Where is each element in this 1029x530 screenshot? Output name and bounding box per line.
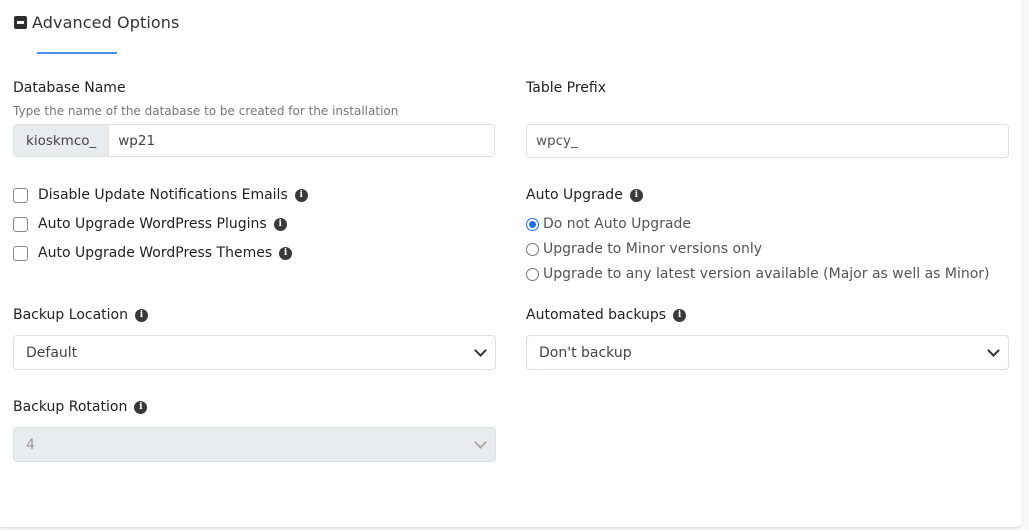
database-name-input-group: kioskmco_ — [13, 124, 495, 157]
checkbox-label: Auto Upgrade WordPress Themes — [38, 245, 273, 261]
database-name-hint: Type the name of the database to be crea… — [13, 104, 399, 118]
radio-do-not-auto-upgrade[interactable]: Do not Auto Upgrade — [526, 216, 691, 232]
chevron-down-icon — [987, 344, 1000, 357]
radio-label: Do not Auto Upgrade — [543, 216, 691, 232]
minus-square-icon — [14, 16, 27, 29]
checkbox-box[interactable] — [13, 187, 28, 203]
automated-backups-label: Automated backups i — [526, 307, 687, 323]
checkbox-box[interactable] — [13, 216, 28, 232]
info-icon[interactable]: i — [279, 246, 293, 260]
info-icon[interactable]: i — [134, 400, 148, 414]
database-prefix-addon: kioskmco_ — [14, 125, 110, 156]
auto-upgrade-plugins-checkbox[interactable]: Auto Upgrade WordPress Plugins i — [13, 216, 287, 232]
radio-upgrade-minor[interactable]: Upgrade to Minor versions only — [526, 241, 762, 257]
table-prefix-label: Table Prefix — [526, 80, 607, 96]
automated-backups-select[interactable]: Don't backup — [526, 335, 1009, 370]
select-value: Default — [26, 344, 78, 361]
backup-location-label-text: Backup Location — [13, 307, 128, 323]
radio-button-selected[interactable] — [526, 217, 539, 231]
backup-rotation-select: 4 — [13, 427, 496, 462]
backup-location-label: Backup Location i — [13, 307, 148, 323]
info-icon[interactable]: i — [273, 217, 287, 231]
radio-upgrade-latest[interactable]: Upgrade to any latest version available … — [526, 266, 990, 282]
auto-upgrade-label: Auto Upgrade i — [526, 187, 643, 203]
info-icon[interactable]: i — [673, 308, 687, 322]
checkbox-box[interactable] — [13, 245, 28, 261]
advanced-options-card: Advanced Options Database Name Type the … — [0, 0, 1022, 527]
radio-button[interactable] — [526, 267, 539, 281]
database-name-input[interactable] — [109, 125, 494, 156]
table-prefix-input[interactable] — [526, 124, 1009, 158]
radio-label: Upgrade to Minor versions only — [543, 241, 763, 257]
checkbox-label: Auto Upgrade WordPress Plugins — [38, 216, 267, 232]
backup-rotation-label-text: Backup Rotation — [13, 399, 128, 415]
auto-upgrade-label-text: Auto Upgrade — [526, 187, 623, 203]
advanced-options-toggle[interactable]: Advanced Options — [14, 13, 179, 32]
disable-update-notifications-checkbox[interactable]: Disable Update Notifications Emails i — [13, 187, 308, 203]
info-icon[interactable]: i — [134, 308, 148, 322]
section-title: Advanced Options — [32, 13, 180, 32]
section-underline — [37, 52, 117, 54]
info-icon[interactable]: i — [294, 188, 308, 202]
backup-location-select[interactable]: Default — [13, 335, 496, 370]
radio-button[interactable] — [526, 242, 539, 256]
database-name-label: Database Name — [13, 80, 126, 96]
chevron-down-icon — [474, 344, 487, 357]
chevron-down-icon — [474, 436, 487, 449]
checkbox-label: Disable Update Notifications Emails — [38, 187, 288, 203]
info-icon[interactable]: i — [629, 188, 643, 202]
backup-rotation-label: Backup Rotation i — [13, 399, 148, 415]
radio-label: Upgrade to any latest version available … — [543, 266, 990, 282]
auto-upgrade-themes-checkbox[interactable]: Auto Upgrade WordPress Themes i — [13, 245, 293, 261]
automated-backups-label-text: Automated backups — [526, 307, 667, 323]
select-value: 4 — [26, 436, 35, 453]
select-value: Don't backup — [539, 344, 632, 361]
